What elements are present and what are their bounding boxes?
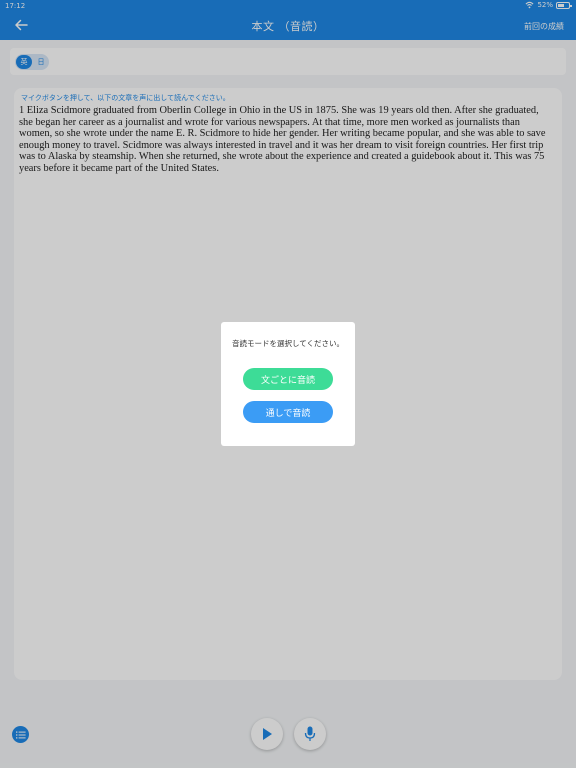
read-by-sentence-button[interactable]: 文ごとに音読 [243, 368, 333, 390]
modal-overlay[interactable]: 音読モードを選択してください。 文ごとに音読 通しで音読 [0, 0, 576, 768]
reading-mode-dialog: 音読モードを選択してください。 文ごとに音読 通しで音読 [221, 322, 355, 446]
read-through-button[interactable]: 通しで音読 [243, 401, 333, 423]
dialog-message: 音読モードを選択してください。 [231, 339, 345, 348]
